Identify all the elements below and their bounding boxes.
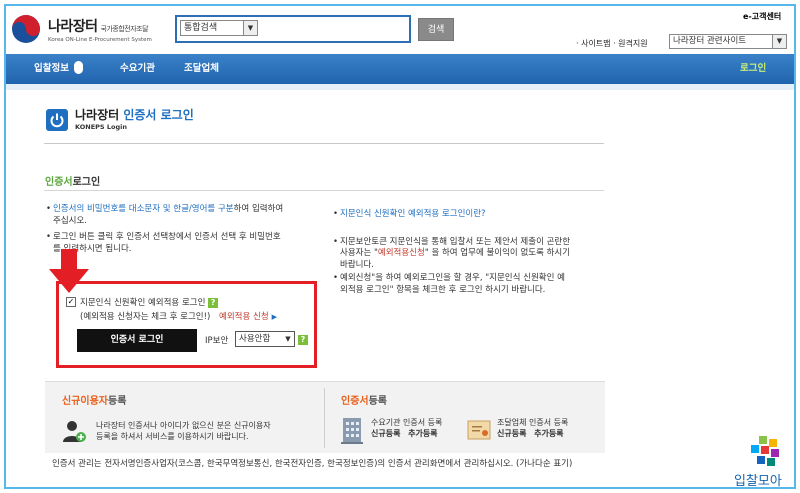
token-note-line1: 지문보안토큰 지문인식을 통해 입찰서 또는 제안서 제출이 곤란한 <box>340 236 571 247</box>
ip-security-label: IP보안 <box>205 336 229 346</box>
signup-heading: 신규이용자등록 <box>62 392 126 407</box>
cert-register-heading-orange: 인증서 <box>341 396 369 407</box>
search-scope-value: 통합검색 <box>184 23 218 33</box>
mouse-icon <box>73 61 83 74</box>
agency-cert-block: 수요기관 인증서 등록 신규등록 추가등록 <box>371 417 442 439</box>
vendor-add-register-link[interactable]: 추가등록 <box>534 429 563 438</box>
fingerprint-exception-label: 지문인식 신원확인 예외적용 로그인 ? <box>80 296 219 308</box>
arrow-right-icon: ▶ <box>271 313 278 321</box>
fingerprint-info-link[interactable]: 지문인식 신원확인 예외적용 로그인이란? <box>340 209 486 219</box>
section-heading-rest: 로그인 <box>72 177 101 188</box>
koneps-logo[interactable]: 나라장터 국가종합전자조달 Korea ON-Line E-Procurement… <box>10 12 175 46</box>
nav-item-agencies[interactable]: 수요기관 <box>120 54 155 84</box>
exception-apply-inline: 예외적용신청 <box>377 248 425 258</box>
related-sites-value: 나라장터 관련사이트 <box>673 36 747 46</box>
building-icon <box>341 418 363 444</box>
right-notice-list: 지문인식 신원확인 예외적용 로그인이란? 지문보안토큰 지문인식을 통해 입찰… <box>333 209 608 301</box>
brand-text: 입찰모아 <box>734 474 782 489</box>
nav-login[interactable]: 로그인 <box>740 54 766 84</box>
cert-login-button[interactable]: 인증서 로그인 <box>77 329 197 352</box>
signup-button[interactable] <box>62 414 312 446</box>
password-note-text: 하여 입력하여 <box>233 204 284 214</box>
vendor-cert-block: 조달업체 인증서 등록 신규등록 추가등록 <box>497 417 568 439</box>
search-button[interactable]: 검색 <box>418 18 454 41</box>
help-icon[interactable]: ? <box>298 335 308 345</box>
nav-shadow <box>6 84 794 90</box>
highlight-box <box>56 281 317 368</box>
footer-note: 인증서 관리는 전자서명인증사업자(코스콤, 한국무역정보통신, 한국전자인증,… <box>52 459 573 469</box>
agency-new-register-link[interactable]: 신규등록 <box>371 429 400 438</box>
chevron-down-icon: ▼ <box>243 21 257 35</box>
password-note-highlight: 인증서의 비밀번호를 대소문자 및 한글/영어를 구분 <box>53 204 234 214</box>
vendor-new-register-link[interactable]: 신규등록 <box>497 429 526 438</box>
power-icon <box>46 109 68 131</box>
divider <box>44 190 604 191</box>
exception-note: (예외적용 신청자는 체크 후 로그인!) 예외적용 신청 ▶ <box>80 310 277 322</box>
help-icon[interactable]: ? <box>208 297 219 308</box>
cert-register-heading: 인증서등록 <box>341 392 387 407</box>
exception-apply-link[interactable]: 예외적용 신청 ▶ <box>219 312 277 322</box>
exception-note-line2: 외적용 로그인" 항목을 체크한 후 로그인 하시기 바랍니다. <box>340 284 546 295</box>
password-note-end: 주십시오. <box>53 215 87 226</box>
fingerprint-exception-label-text: 지문인식 신원확인 예외적용 로그인 <box>80 298 206 308</box>
list-item: 지문인식 신원확인 예외적용 로그인이란? <box>333 209 608 221</box>
nav-item-label: 입찰정보 <box>34 63 69 74</box>
logo-subtitle-en: Korea ON-Line E-Procurement System <box>48 36 152 43</box>
section-heading-green: 인증서 <box>45 177 73 188</box>
main-nav: 입찰정보 수요기관 조달업체 로그인 <box>6 54 794 84</box>
chevron-down-icon: ▼ <box>772 35 786 48</box>
divider <box>44 143 604 144</box>
token-note-line3: 바랍니다. <box>340 259 374 270</box>
exception-note-line1: 예외신청"을 하여 예외로그인을 할 경우, "지문인식 신원확인 예 <box>340 273 565 283</box>
search-scope-select[interactable]: 통합검색 ▼ <box>180 20 258 36</box>
login-note-line1: 로그인 버튼 클릭 후 인증서 선택창에서 인증서 선택 후 비밀번호 <box>53 232 281 242</box>
list-item: 지문보안토큰 지문인식을 통해 입찰서 또는 제안서 제출이 곤란한 사용자는 … <box>333 237 608 272</box>
ip-security-value: 사용안함 <box>239 334 271 344</box>
nav-item-contractors[interactable]: 조달업체 <box>184 54 219 84</box>
signup-heading-orange: 신규이용자 <box>62 396 108 407</box>
logo-title: 나라장터 <box>48 18 98 35</box>
arrow-down-icon <box>49 249 89 293</box>
agency-cert-title: 수요기관 인증서 등록 <box>371 418 443 427</box>
list-item: 인증서의 비밀번호를 대소문자 및 한글/영어를 구분하여 입력하여 주십시오. <box>46 204 321 227</box>
nav-item-bid-info[interactable]: 입찰정보 <box>34 54 83 84</box>
vendor-cert-title: 조달업체 인증서 등록 <box>497 418 569 427</box>
token-note-pre: 사용자는 " <box>340 248 378 258</box>
agency-add-register-link[interactable]: 추가등록 <box>408 429 437 438</box>
taegeuk-logo-icon <box>10 13 42 45</box>
logo-subtitle-ko: 국가종합전자조달 <box>100 24 149 33</box>
section-heading: 인증서로그인 <box>45 173 100 188</box>
cert-register-heading-rest: 등록 <box>368 396 388 407</box>
certificate-icon <box>467 420 491 440</box>
token-note-post: " 을 하여 업무에 불이익이 없도록 하시기 <box>424 248 571 258</box>
exception-apply-link-label: 예외적용 신청 <box>219 312 269 322</box>
chevron-down-icon: ▼ <box>285 335 291 343</box>
page-subtitle: KONEPS Login <box>75 123 127 131</box>
customer-center-link[interactable]: e-고객센터 <box>743 11 781 22</box>
signup-heading-rest: 등록 <box>108 396 127 407</box>
page-title: 나라장터 인증서 로그인 <box>75 106 194 123</box>
exception-note-text: (예외적용 신청자는 체크 후 로그인!) <box>80 312 211 322</box>
page-title-highlight: 인증서 로그인 <box>123 108 194 122</box>
customer-center-label: e-고객센터 <box>743 12 782 21</box>
fingerprint-exception-checkbox[interactable]: ✓ <box>66 297 76 307</box>
divider <box>324 388 325 448</box>
ip-security-select[interactable]: 사용안함 ▼ <box>235 331 295 347</box>
list-item: 예외신청"을 하여 예외로그인을 할 경우, "지문인식 신원확인 예 외적용 … <box>333 273 608 296</box>
related-sites-select[interactable]: 나라장터 관련사이트 ▼ <box>669 34 787 49</box>
page-title-prefix: 나라장터 <box>75 108 124 122</box>
util-links[interactable]: · 사이트맵 · 원격지원 <box>576 38 648 49</box>
